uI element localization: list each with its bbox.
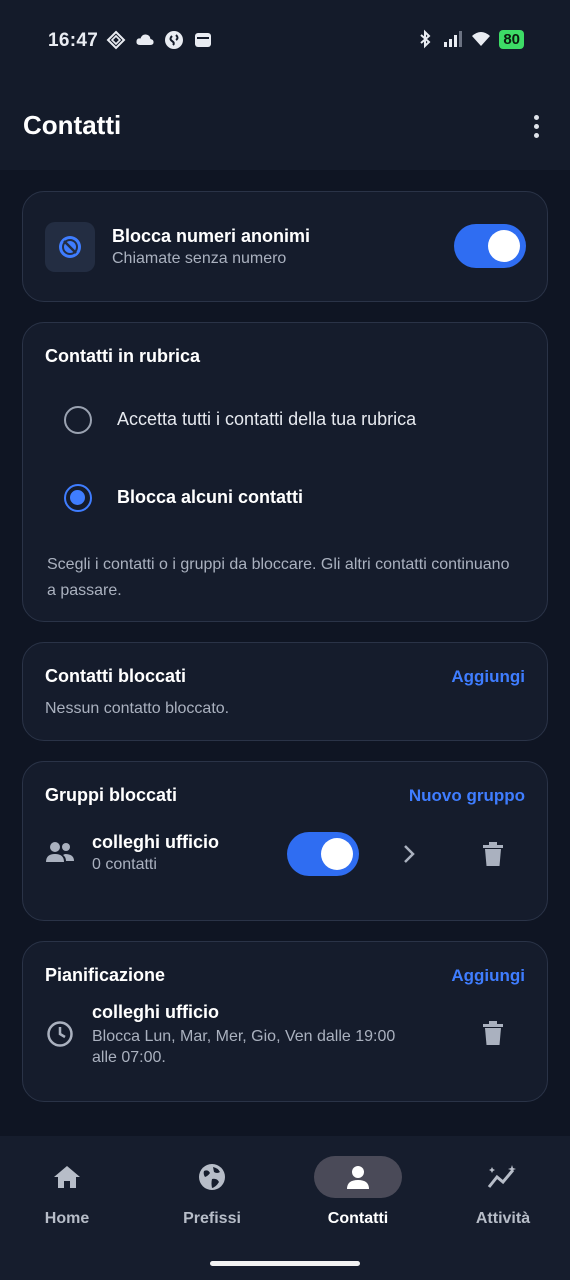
block-icon — [45, 222, 95, 272]
nav-item-attivita[interactable]: Attività — [448, 1156, 558, 1228]
radio-label: Accetta tutti i contatti della tua rubri… — [117, 409, 417, 429]
status-bar: 16:47 80 — [0, 0, 570, 82]
phonebook-card: Contatti in rubrica Accetta tutti i cont… — [22, 322, 548, 622]
person-icon — [347, 1166, 369, 1189]
vpn-icon — [106, 30, 126, 50]
nav-label: Home — [44, 1210, 90, 1227]
schedule-title: Pianificazione — [45, 965, 166, 985]
nav-item-home[interactable]: Home — [12, 1156, 122, 1228]
bottom-nav: Home Prefissi Contatti Attività — [0, 1136, 570, 1280]
radio-label: Blocca alcuni contatti — [117, 487, 304, 507]
page-title: Contatti — [23, 110, 122, 140]
wallet-icon — [195, 33, 211, 47]
status-left-icons — [106, 30, 213, 50]
activity-icon — [487, 1165, 516, 1188]
status-time: 16:47 — [48, 30, 99, 51]
anonymous-toggle[interactable] — [454, 224, 526, 268]
group-name: colleghi ufficio — [92, 832, 220, 852]
schedule-line-1: Blocca Lun, Mar, Mer, Gio, Ven dalle 19:… — [92, 1028, 396, 1045]
radio-option-accept-all[interactable]: Accetta tutti i contatti della tua rubri… — [23, 389, 547, 449]
trash-icon[interactable] — [482, 841, 504, 867]
schedule-row[interactable]: colleghi ufficio Blocca Lun, Mar, Mer, G… — [23, 1000, 547, 1070]
radio-button-selected[interactable] — [64, 484, 92, 512]
anonymous-subtitle: Chiamate senza numero — [112, 250, 287, 267]
shazam-icon — [165, 31, 183, 49]
home-icon — [54, 1166, 80, 1188]
blocked-groups-card: Gruppi bloccati Nuovo gruppo colleghi uf… — [22, 761, 548, 921]
radio-button[interactable] — [64, 406, 92, 434]
empty-contacts-text: Nessun contatto bloccato. — [45, 700, 230, 717]
add-contact-link[interactable]: Aggiungi — [451, 667, 525, 687]
nav-label: Attività — [475, 1210, 531, 1227]
wifi-icon — [472, 32, 491, 46]
more-vertical-icon[interactable] — [524, 110, 548, 142]
radio-option-block-some[interactable]: Blocca alcuni contatti — [23, 467, 547, 527]
signal-icon — [444, 31, 463, 47]
blocked-contacts-title: Contatti bloccati — [45, 666, 187, 686]
nav-pill — [459, 1156, 547, 1198]
anonymous-card: Blocca numeri anonimi Chiamate senza num… — [22, 191, 548, 302]
nav-pill-active — [314, 1156, 402, 1198]
group-toggle[interactable] — [287, 832, 359, 876]
blocked-contacts-card: Contatti bloccati Aggiungi Nessun contat… — [22, 642, 548, 741]
phonebook-hint: Scegli i contatti o i gruppi da bloccare… — [47, 556, 510, 599]
clock-icon — [47, 1021, 73, 1047]
anonymous-title: Blocca numeri anonimi — [112, 226, 311, 246]
nav-item-contatti[interactable]: Contatti — [303, 1156, 413, 1228]
add-schedule-link[interactable]: Aggiungi — [451, 966, 525, 986]
cloud-icon — [136, 34, 154, 45]
new-group-link[interactable]: Nuovo gruppo — [409, 786, 525, 806]
blocked-groups-title: Gruppi bloccati — [45, 785, 178, 805]
schedule-line-2: alle 07:00. — [92, 1049, 166, 1066]
app-bar: Contatti — [0, 82, 570, 170]
home-indicator — [210, 1261, 360, 1266]
phonebook-title: Contatti in rubrica — [45, 346, 201, 366]
battery-level: 80 — [499, 29, 524, 49]
group-row[interactable]: colleghi ufficio 0 contatti — [23, 824, 547, 884]
globe-icon — [199, 1164, 225, 1190]
group-count: 0 contatti — [92, 856, 157, 873]
schedule-card: Pianificazione Aggiungi colleghi ufficio… — [22, 941, 548, 1102]
nav-pill — [168, 1156, 256, 1198]
schedule-name: colleghi ufficio — [92, 1002, 220, 1022]
nav-label: Contatti — [327, 1210, 389, 1227]
chevron-right-icon[interactable] — [401, 843, 417, 865]
nav-label: Prefissi — [183, 1210, 241, 1227]
group-icon — [46, 842, 74, 862]
toggle-knob — [488, 230, 520, 262]
bluetooth-icon — [420, 29, 431, 49]
status-right-icons: 80 — [415, 29, 524, 49]
toggle-knob — [321, 838, 353, 870]
nav-pill — [23, 1156, 111, 1198]
trash-icon[interactable] — [482, 1020, 504, 1046]
nav-item-prefissi[interactable]: Prefissi — [157, 1156, 267, 1228]
